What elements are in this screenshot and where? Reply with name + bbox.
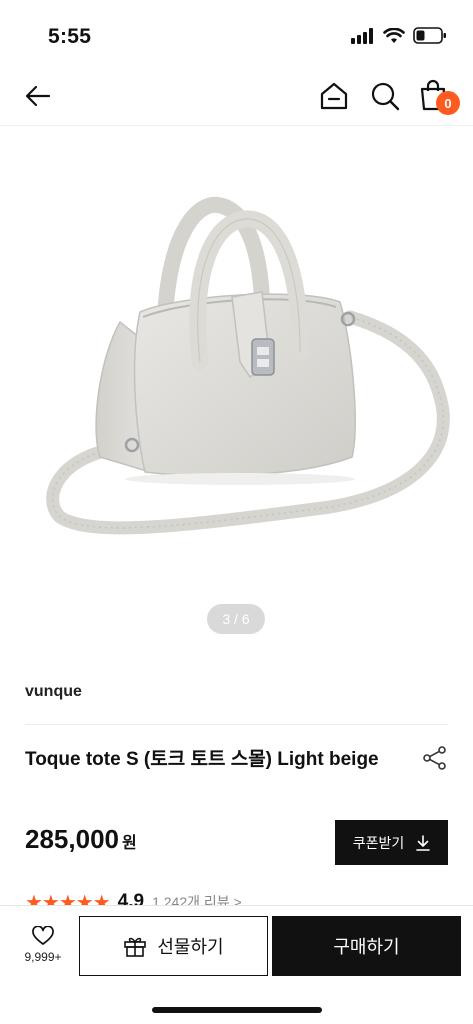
cart-count-badge: 0	[436, 91, 460, 115]
image-counter: 3 / 6	[207, 604, 265, 634]
cart-button[interactable]: 0	[418, 79, 460, 115]
nav-bar: 0	[0, 70, 473, 126]
status-icons	[351, 27, 447, 44]
download-icon	[416, 834, 431, 851]
battery-icon	[413, 27, 446, 44]
product-image[interactable]	[0, 127, 473, 647]
brand-name[interactable]: vunque	[25, 683, 82, 701]
buy-label: 구매하기	[333, 937, 400, 957]
product-title: Toque tote S (토크 토트 스몰) Light beige	[25, 749, 379, 770]
share-icon[interactable]	[422, 745, 448, 771]
wish-count: 9,999+	[24, 950, 62, 964]
back-arrow-icon[interactable]	[22, 80, 54, 112]
status-bar: 5:55	[0, 0, 473, 70]
signal-icon	[351, 27, 373, 44]
wifi-icon	[383, 27, 405, 43]
heart-icon	[32, 926, 54, 945]
divider	[25, 724, 448, 725]
gift-label: 선물하기	[157, 937, 224, 957]
status-time: 5:55	[48, 25, 92, 48]
coupon-label: 쿠폰받기	[352, 834, 405, 851]
home-indicator	[152, 1007, 322, 1013]
price: 285,000	[25, 824, 119, 854]
buy-button[interactable]: 구매하기	[272, 916, 461, 976]
bottom-bar: 9,999+ 선물하기 구매하기	[0, 905, 473, 1024]
home-icon[interactable]	[318, 80, 350, 112]
gift-icon	[124, 937, 147, 957]
coupon-button[interactable]: 쿠폰받기	[335, 820, 448, 865]
price-row: 285,000 원	[25, 824, 137, 855]
wishlist-button[interactable]: 9,999+	[14, 926, 72, 964]
currency: 원	[121, 835, 137, 852]
gift-button[interactable]: 선물하기	[79, 916, 268, 976]
search-icon[interactable]	[369, 80, 401, 112]
tote-bag-photo	[46, 196, 450, 535]
